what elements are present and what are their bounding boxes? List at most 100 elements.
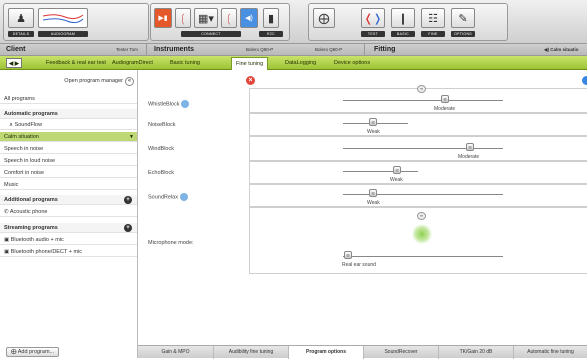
add-program-button[interactable]: ⨁ Add program... [6, 347, 60, 357]
microphone-track [343, 256, 503, 257]
dropdown-arrow-icon[interactable]: ▼ [129, 132, 134, 142]
nav-arrows[interactable]: ◀ ▶ [6, 58, 22, 68]
options-icon: ✎ [458, 12, 468, 25]
sidebar-item-music[interactable]: Music [0, 180, 137, 190]
soundrelax-slider-handle[interactable]: ☰ [369, 189, 377, 197]
echoblock-slider-handle[interactable]: ☰ [393, 166, 401, 174]
target-button[interactable]: ⨁ [313, 8, 335, 28]
streaming-label: Streaming programs [4, 225, 58, 231]
r2c-button[interactable]: ▮ [263, 8, 279, 28]
whistleblock-value: Moderate [434, 106, 456, 112]
microphone-pattern-icon [412, 224, 432, 244]
sidebar-item-calm-situation[interactable]: Calm situation ▼ [0, 132, 137, 142]
sidebar-item-acoustic-phone[interactable]: ✆ Acoustic phone [0, 207, 137, 217]
tab-device-options[interactable]: Device options [330, 58, 374, 68]
whistleblock-link-icon[interactable]: ∞ [417, 85, 426, 93]
whistleblock-slider-handle[interactable]: ☰ [441, 95, 449, 103]
microphone-slider-handle[interactable]: ☰ [344, 251, 352, 259]
microphone-link-icon[interactable]: ∞ [417, 212, 426, 220]
speaker-icon: ◀) [245, 15, 253, 22]
sidebar-item-bluetooth-phone[interactable]: ▣ Bluetooth phone/DECT + mic [0, 247, 137, 257]
hearing-aid-icon: ❲ [178, 12, 188, 25]
fitting-nav-bar: ◀ ▶ Feedback & real ear test AudiogramDi… [0, 56, 587, 70]
program-status: ◀) Calm situatio [544, 47, 579, 52]
tab-feedback[interactable]: Feedback & real ear test [42, 58, 110, 68]
tab-audiogramdirect[interactable]: AudiogramDirect [108, 58, 157, 68]
acoustic-phone-label: Acoustic phone [9, 209, 48, 215]
fine-label: FINE [421, 31, 445, 37]
device-dropdown-button[interactable]: ▦▾ [194, 8, 218, 28]
section-header: Client Tester Tom Instruments Bolero Q90… [0, 44, 587, 56]
tab-audibility-fine-tuning[interactable]: Audibility fine tuning [213, 346, 288, 359]
whistleblock-track [343, 100, 503, 101]
echoblock-row [249, 161, 587, 184]
remote-icon: ▮ [267, 12, 275, 25]
hearing-aid-icon: ❲ [224, 12, 234, 25]
tab-tk-gain[interactable]: TK/Gain 20 dB [438, 346, 513, 359]
basic-button[interactable]: ❙ [391, 8, 415, 28]
person-icon: ♟ [16, 12, 26, 25]
left-ear-icon[interactable]: × [246, 76, 255, 85]
program-sidebar: Open program manager « All programs Auto… [0, 70, 138, 358]
device-right: Bolero Q90-P [315, 47, 343, 52]
noiseblock-row [249, 113, 587, 136]
tab-gain-mpo[interactable]: Gain & MPO [138, 346, 213, 359]
sidebar-item-comfort-in-noise[interactable]: Comfort in noise [0, 168, 137, 178]
tab-datalogging[interactable]: DataLogging [281, 58, 320, 68]
soundrelax-text: SoundRelax [148, 194, 178, 201]
client-tools-group: ♟ DETAILS AUDIOGRAM [3, 3, 149, 41]
basic-label: BASIC [391, 31, 415, 37]
whistleblock-label: WhistleBlock [148, 100, 190, 108]
calm-label: Calm situation [4, 134, 39, 140]
sidebar-item-speech-in-loud-noise[interactable]: Speech in loud noise [0, 156, 137, 166]
ear-icon: ❬ [363, 12, 373, 25]
audiogram-icon [42, 14, 84, 24]
bt-phone-label: Bluetooth phone/DECT + mic [10, 249, 83, 255]
soundflow-label: SoundFlow [14, 122, 43, 128]
audiogram-button[interactable] [38, 8, 88, 28]
sidebar-header-streaming: Streaming programs + [0, 223, 137, 233]
device-left: Bolero Q90-P [246, 47, 274, 52]
program-manager-link[interactable]: Open program manager [0, 76, 137, 86]
left-play-button[interactable]: ▶▮ [154, 8, 172, 28]
microphone-value: Real ear sound [342, 262, 376, 268]
sidebar-item-speech-in-noise[interactable]: Speech in noise [0, 144, 137, 154]
soundrelax-label: SoundRelax [148, 193, 188, 201]
audiogram-label: AUDIOGRAM [38, 31, 88, 37]
plus-circle-icon: ⨁ [11, 349, 18, 355]
right-sound-button[interactable]: ◀) [240, 8, 258, 28]
test-button[interactable]: ❬ ❭ [361, 8, 385, 28]
details-button[interactable]: ♟ [8, 8, 34, 28]
ear-icon: ❭ [373, 12, 383, 25]
info-icon[interactable] [181, 100, 190, 108]
windblock-value: Moderate [458, 154, 480, 160]
sidebar-item-bluetooth-audio[interactable]: ▣ Bluetooth audio + mic [0, 235, 137, 245]
add-icon[interactable]: + [124, 224, 132, 232]
noiseblock-slider-handle[interactable]: ☰ [369, 118, 377, 126]
soundrelax-track [343, 194, 503, 195]
info-icon[interactable] [179, 193, 188, 201]
additional-label: Additional programs [4, 197, 58, 203]
sidebar-item-all-programs[interactable]: All programs [0, 94, 137, 104]
tab-fine-tuning[interactable]: Fine tuning [231, 57, 269, 70]
add-icon[interactable]: + [124, 196, 132, 204]
soundrelax-row [249, 184, 587, 207]
tab-automatic-fine-tuning[interactable]: Automatic fine tuning [513, 346, 587, 359]
fine-button[interactable]: ☷ [421, 8, 445, 28]
tab-program-options[interactable]: Program options [288, 346, 363, 359]
left-hearing-aid-button[interactable]: ❲ [175, 8, 191, 28]
right-hearing-aid-button[interactable]: ❲ [221, 8, 237, 28]
bluetooth-icon: ▣ [4, 237, 11, 243]
windblock-slider-handle[interactable]: ☰ [466, 143, 474, 151]
sidebar-item-soundflow[interactable]: ∧ SoundFlow [0, 120, 137, 130]
options-button[interactable]: ✎ [451, 8, 475, 28]
client-name: Tester Tom [116, 47, 138, 52]
microphone-mode-label: Microphone mode: [148, 240, 194, 246]
instrument-tools-group: ▶▮ ❲ ▦▾ ❲ ◀) ▮ CONNECT R2C [150, 3, 290, 41]
tab-basic-tuning[interactable]: Basic tuning [166, 58, 204, 68]
collapse-icon[interactable]: « [125, 77, 134, 86]
tab-soundrecover[interactable]: SoundRecover [363, 346, 438, 359]
equalizer-icon: ☷ [428, 12, 438, 25]
sidebar-header-additional: Additional programs + [0, 195, 137, 205]
right-ear-icon[interactable] [582, 76, 587, 85]
